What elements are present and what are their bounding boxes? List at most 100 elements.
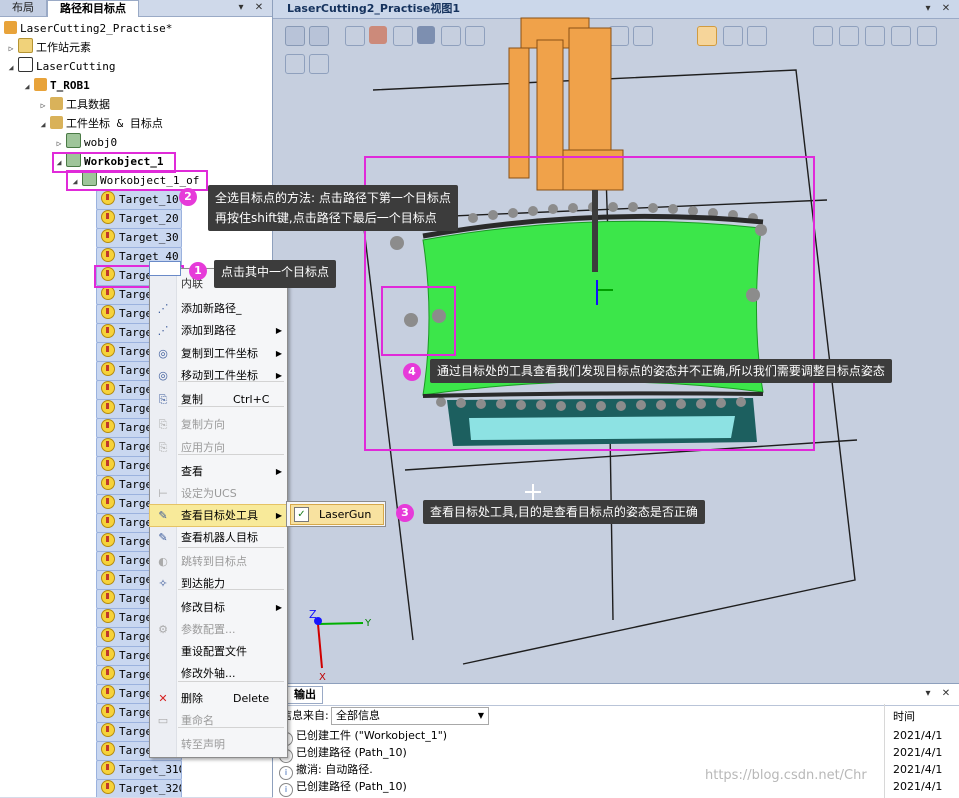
tab-paths-targets[interactable]: 路径和目标点 [47, 0, 139, 17]
menu-item-label: 添加新路径_ [181, 302, 242, 315]
menu-item[interactable]: ⋰ 添加新路径_ [150, 298, 287, 319]
checkmark-icon: ✓ [294, 507, 309, 522]
target-icon [101, 248, 115, 262]
target-icon [101, 685, 115, 699]
move-wobj-icon: ◎ [158, 369, 168, 382]
menu-item-label: 复制到工件坐标 [181, 347, 258, 360]
target-item[interactable]: Target_310 [96, 760, 182, 780]
tree-tool-data[interactable]: ▷ 工具数据 [38, 95, 110, 114]
target-label: Targe [119, 687, 153, 700]
copy-wobj-icon: ◎ [158, 347, 168, 360]
menu-item[interactable]: ◎ 复制到工件坐标 ▶ [150, 343, 287, 364]
target-icon [101, 761, 115, 775]
axis-x-line [317, 623, 323, 669]
output-filter-value: 全部信息 [336, 709, 380, 722]
menu-item-label: 删除 [181, 692, 203, 705]
tree-station[interactable]: LaserCutting2_Practise* [4, 19, 172, 38]
submenu-arrow-icon: ▶ [275, 467, 282, 476]
tree-controller[interactable]: ◢ LaserCutting [6, 57, 115, 76]
output-dropdown-icon[interactable]: ▾ [921, 686, 935, 702]
rename-edit-box[interactable] [149, 261, 181, 276]
menu-item-shortcut: Delete [233, 692, 270, 705]
tab-output[interactable]: 输出 [287, 686, 323, 704]
wobj-folder-icon [50, 116, 63, 129]
output-filter-select[interactable]: 全部信息 ▼ [331, 707, 489, 725]
menu-item[interactable]: ✎ 查看目标处工具 ▶ [149, 504, 288, 527]
target-icon [101, 229, 115, 243]
expand-icon[interactable]: ▷ [54, 134, 64, 153]
menu-item: ⚙ 参数配置... [150, 619, 287, 640]
menu-item-label: 查看机器人目标 [181, 531, 258, 544]
menu-item[interactable]: ◎ 移动到工件坐标 ▶ [150, 365, 287, 386]
scene-canvas: Z Y X [309, 17, 858, 683]
target-item[interactable]: Target_10 [96, 190, 182, 210]
target-label: Targe [119, 345, 153, 358]
menu-item[interactable]: 修改外轴... [150, 663, 287, 684]
menu-item[interactable]: 修改目标 ▶ [150, 597, 287, 618]
tree-wobj-targets[interactable]: ◢ 工件坐标 & 目标点 [38, 114, 163, 133]
callout-4-number: 4 [403, 363, 421, 381]
config-icon: ⚙ [158, 623, 168, 636]
panel-close-icon[interactable]: ✕ [252, 0, 266, 16]
target-icon [101, 210, 115, 224]
target-label: Targe [119, 421, 153, 434]
collapse-icon[interactable]: ◢ [22, 77, 32, 96]
menu-item: ▭ 重命名 [150, 710, 287, 731]
target-label: Targe [119, 630, 153, 643]
target-label: Targe [119, 668, 153, 681]
target-label: Targe [119, 535, 153, 548]
expand-icon[interactable]: ▷ [6, 39, 16, 58]
target-icon [101, 476, 115, 490]
tree-task[interactable]: ◢ T_ROB1 [22, 76, 90, 95]
output-time: 2021/4/1 [893, 729, 943, 742]
info-icon: i [279, 783, 293, 797]
tree-station-elements[interactable]: ▷ 工作站元素 [6, 38, 91, 57]
target-icon [101, 191, 115, 205]
target-label: Targe [119, 573, 153, 586]
menu-item-label: 修改外轴... [181, 667, 236, 680]
output-close-icon[interactable]: ✕ [939, 686, 953, 702]
target-item[interactable]: Target_20 [96, 209, 182, 229]
target-label: Targe [119, 649, 153, 662]
target-label: Target_310 [119, 763, 182, 776]
collapse-icon[interactable]: ◢ [6, 58, 16, 77]
menu-item[interactable]: 查看 ▶ [150, 461, 287, 482]
menu-item-label: 复制 [181, 393, 203, 406]
menu-item[interactable]: ✎ 查看机器人目标 [150, 527, 287, 548]
menu-item-shortcut: Ctrl+C [233, 393, 270, 406]
menu-item[interactable]: ✕ 删除 Delete [150, 688, 287, 709]
collapse-icon[interactable]: ◢ [38, 115, 48, 134]
target-label: Targe [119, 725, 153, 738]
target-item[interactable]: Target_320 [96, 779, 182, 797]
menu-item[interactable]: ✧ 到达能力 [150, 573, 287, 594]
callout-3: 查看目标处工具,目的是查看目标点的姿态是否正确 [423, 500, 705, 524]
menu-item[interactable]: 重设配置文件 [150, 641, 287, 662]
target-label: Targe [119, 516, 153, 529]
output-row[interactable]: i已创建路径 (Path_10)2021/4/1 [279, 744, 955, 763]
target-icon [101, 438, 115, 452]
output-row[interactable]: i已创建工件 ("Workobject_1")2021/4/1 [279, 727, 955, 746]
menu-item-label: 跳转到目标点 [181, 555, 247, 568]
target-label: Targe [119, 383, 153, 396]
panel-dropdown-icon[interactable]: ▾ [234, 0, 248, 16]
apply-orient-icon: ⎘ [158, 441, 168, 454]
axis-label-z: Z [309, 608, 317, 621]
target-item[interactable]: Target_30 [96, 228, 182, 248]
station-icon [4, 21, 17, 34]
submenu-item-lasergun[interactable]: ✓ LaserGun [290, 504, 384, 525]
output-time-header: 时间 [893, 710, 915, 723]
expand-icon[interactable]: ▷ [38, 96, 48, 115]
tab-layout[interactable]: 布局 [0, 0, 47, 16]
callout-2-line1: 全选目标点的方法: 点击路径下第一个目标点 [215, 191, 451, 205]
3d-viewport[interactable]: LaserCutting2_Practise视图1 ▾ ✕ Z Y X [273, 0, 959, 683]
tree-wobj0[interactable]: ▷ wobj0 [54, 133, 117, 152]
menu-item-label: 移动到工件坐标 [181, 369, 258, 382]
target-icon [101, 286, 115, 300]
target-icon [101, 552, 115, 566]
target-icon [101, 362, 115, 376]
target-label: Target_30 [119, 231, 179, 244]
watermark: https://blog.csdn.net/Chr [705, 768, 867, 783]
menu-item[interactable]: ⎘ 复制 Ctrl+C [150, 389, 287, 410]
output-time: 2021/4/1 [893, 763, 943, 776]
menu-item[interactable]: ⋰ 添加到路径 ▶ [150, 320, 287, 341]
